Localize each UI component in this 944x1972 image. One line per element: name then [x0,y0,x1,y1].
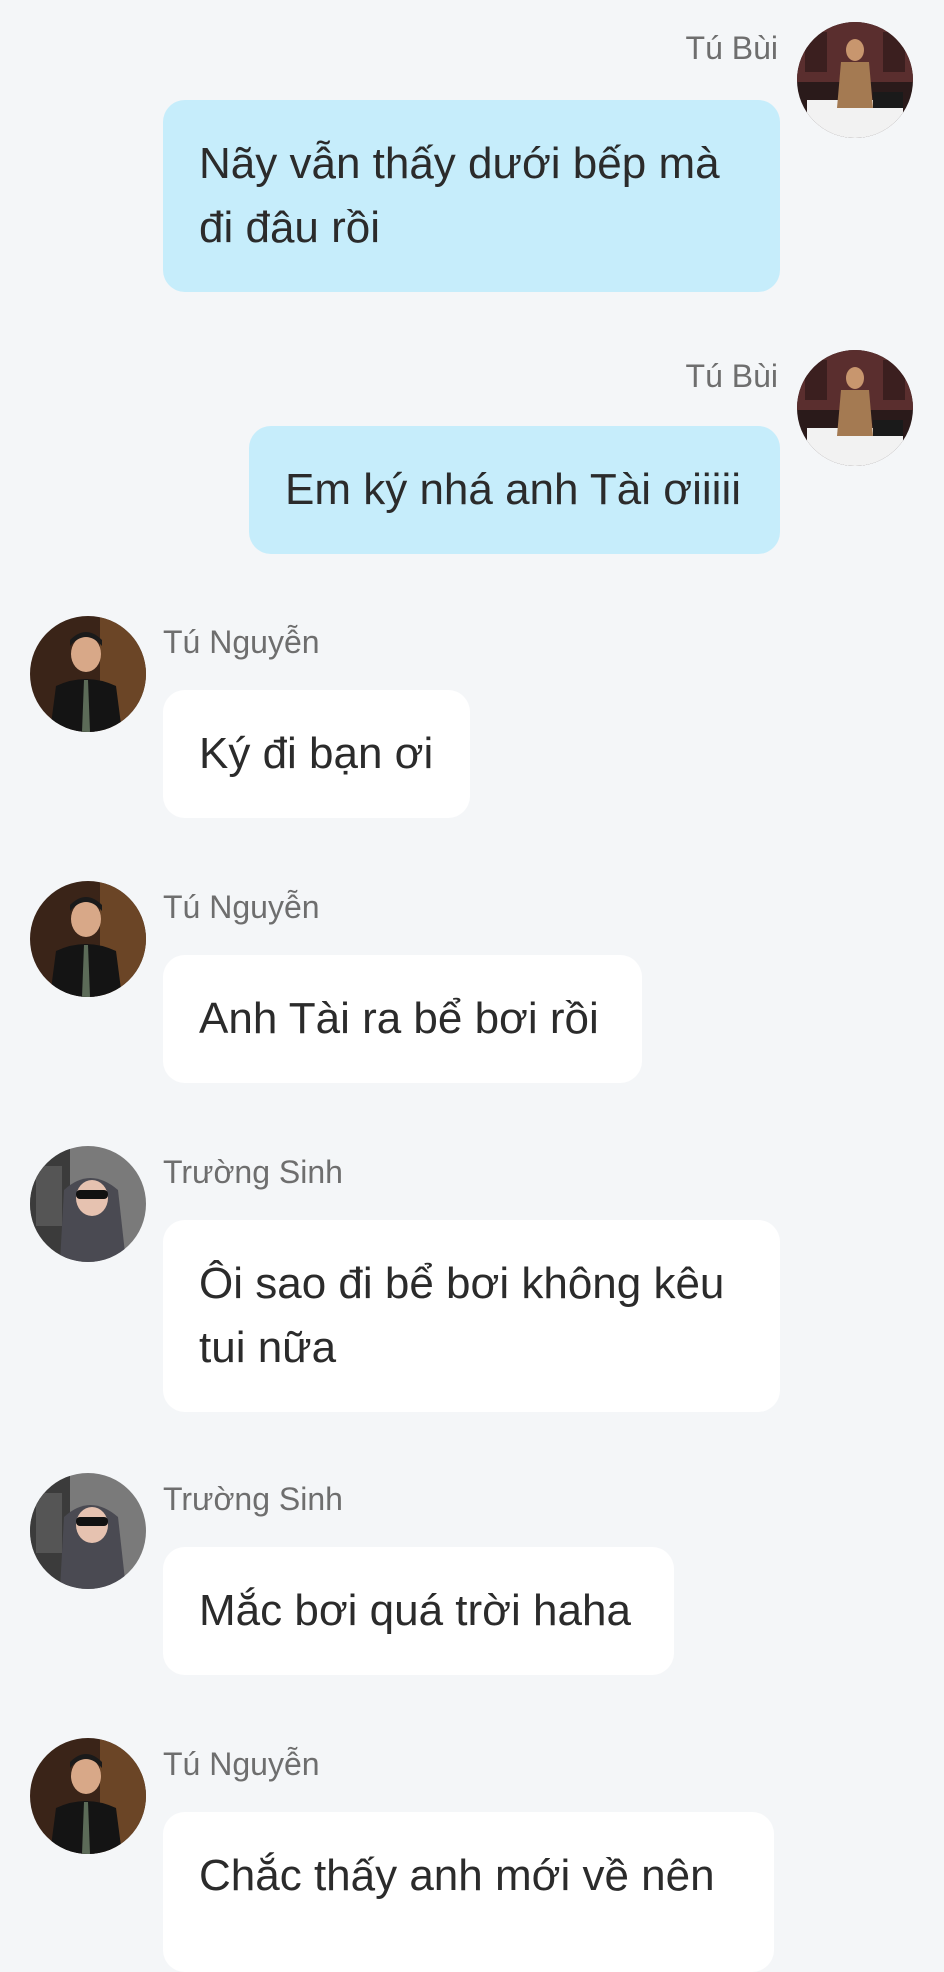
message-bubble[interactable]: Em ký nhá anh Tài ơiiiii [249,426,780,554]
message-bubble[interactable]: Anh Tài ra bể bơi rồi [163,955,642,1083]
message-row: Tú Nguyễn Anh Tài ra bể bơi rồi [0,865,944,1105]
message-row: Tú Nguyễn Ký đi bạn ơi [0,600,944,840]
message-bubble[interactable]: Chắc thấy anh mới về nên [163,1812,774,1972]
sender-name: Tú Bùi [685,358,778,394]
message-bubble[interactable]: Nãy vẫn thấy dưới bếp mà đi đâu rồi [163,100,780,292]
chat-thread: Tú Bùi Nãy vẫn thấy dưới bếp mà đi đâu r… [0,0,944,1972]
woman-in-brown-coat-avatar[interactable] [797,22,913,138]
message-bubble[interactable]: Mắc bơi quá trời haha [163,1547,674,1675]
person-in-hood-sunglasses-avatar[interactable] [30,1473,146,1589]
sender-name: Tú Bùi [685,30,778,66]
man-in-black-shirt-avatar[interactable] [30,881,146,997]
man-in-black-shirt-avatar[interactable] [30,616,146,732]
message-row: Tú Bùi Nãy vẫn thấy dưới bếp mà đi đâu r… [0,0,944,300]
message-row: Tú Bùi Em ký nhá anh Tài ơiiiii [0,330,944,570]
message-row: Tú Nguyễn Chắc thấy anh mới về nên [0,1722,944,1972]
message-bubble[interactable]: Ký đi bạn ơi [163,690,470,818]
person-in-hood-sunglasses-avatar[interactable] [30,1146,146,1262]
man-in-black-shirt-avatar[interactable] [30,1738,146,1854]
woman-in-brown-coat-avatar[interactable] [797,350,913,466]
message-row: Trường Sinh Ôi sao đi bể bơi không kêu t… [0,1130,944,1430]
sender-name: Tú Nguyễn [163,624,320,660]
message-bubble[interactable]: Ôi sao đi bể bơi không kêu tui nữa [163,1220,780,1412]
sender-name: Trường Sinh [163,1154,343,1190]
sender-name: Tú Nguyễn [163,1746,320,1782]
message-row: Trường Sinh Mắc bơi quá trời haha [0,1457,944,1697]
sender-name: Tú Nguyễn [163,889,320,925]
sender-name: Trường Sinh [163,1481,343,1517]
